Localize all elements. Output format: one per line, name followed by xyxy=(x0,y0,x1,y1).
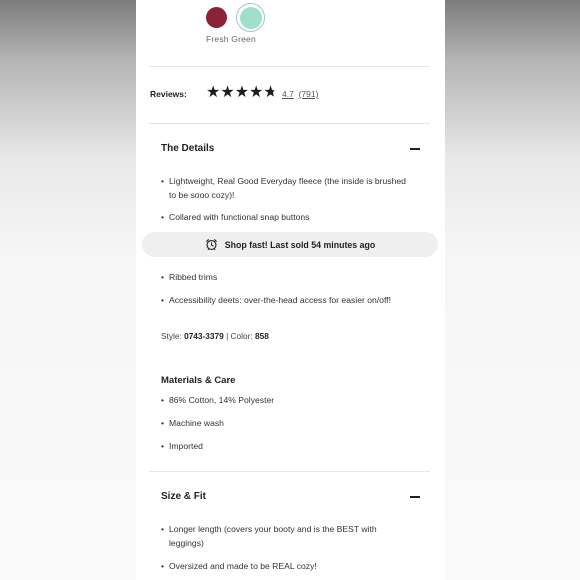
details-bullet: Collared with functional snap buttons xyxy=(161,210,406,224)
urgency-toast: Shop fast! Last sold 54 minutes ago xyxy=(142,232,438,257)
style-label: Style: xyxy=(161,331,182,341)
divider xyxy=(149,123,430,124)
size-fit-bullet: Oversized and made to be REAL cozy! xyxy=(161,559,406,573)
color-label: | Color: xyxy=(226,331,253,341)
materials-section-title: Materials & Care xyxy=(161,375,236,386)
product-detail-panel: Fresh Green Reviews: ★ ★ ★ ★ ★ 4.7 (791)… xyxy=(136,0,445,580)
rating-summary[interactable]: 4.7 (791) xyxy=(282,89,318,99)
star-icon: ★ xyxy=(249,84,264,101)
star-icon: ★ xyxy=(206,84,221,101)
star-rating[interactable]: ★ ★ ★ ★ ★ xyxy=(206,84,278,102)
star-icon: ★ xyxy=(220,84,235,101)
toast-text: Shop fast! Last sold 54 minutes ago xyxy=(224,239,376,250)
materials-bullet: Machine wash xyxy=(161,416,406,430)
details-bullet: Ribbed trims xyxy=(161,270,406,284)
size-fit-section-title[interactable]: Size & Fit xyxy=(161,491,206,502)
collapse-minus-icon[interactable] xyxy=(410,148,420,150)
divider xyxy=(149,471,430,472)
alarm-clock-icon xyxy=(205,238,218,251)
collapse-minus-icon[interactable] xyxy=(410,496,420,498)
details-bullet: Lightweight, Real Good Everyday fleece (… xyxy=(161,174,406,202)
details-bullet: Accessibility deets: over-the-head acces… xyxy=(161,293,406,307)
selected-color-name: Fresh Green xyxy=(206,34,256,44)
style-value: 0743-3379 xyxy=(184,331,224,341)
color-swatch-red[interactable] xyxy=(206,7,227,28)
color-value: 858 xyxy=(254,331,269,341)
details-section-title[interactable]: The Details xyxy=(161,143,214,154)
materials-bullet: Imported xyxy=(161,439,406,453)
color-swatches xyxy=(206,3,265,32)
color-swatch-fresh-green[interactable] xyxy=(239,6,262,29)
star-icon: ★ xyxy=(234,84,250,101)
divider xyxy=(149,66,430,67)
rating-value[interactable]: 4.7 xyxy=(282,89,294,99)
color-swatch-selected-ring[interactable] xyxy=(236,3,265,32)
review-count-link[interactable]: (791) xyxy=(299,89,319,99)
materials-bullet: 86% Cotton, 14% Polyester xyxy=(161,393,406,407)
reviews-label: Reviews: xyxy=(150,89,187,99)
size-fit-bullet: Longer length (covers your booty and is … xyxy=(161,522,406,550)
star-half-icon: ★ xyxy=(263,84,278,101)
style-color-info: Style: 0743-3379 | Color: 858 xyxy=(161,331,269,341)
